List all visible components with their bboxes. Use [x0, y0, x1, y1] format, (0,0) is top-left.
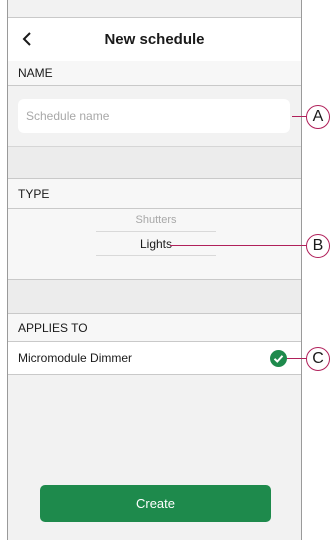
header-bar: New schedule — [8, 17, 301, 62]
type-section-label: TYPE — [8, 179, 301, 209]
callout-line-b — [170, 245, 307, 246]
check-circle-icon — [270, 350, 287, 367]
create-button[interactable]: Create — [40, 485, 271, 522]
section-spacer — [8, 146, 301, 179]
schedule-name-input[interactable] — [18, 99, 290, 133]
callout-a: A — [306, 105, 330, 129]
device-name: Micromodule Dimmer — [18, 351, 133, 365]
device-row[interactable]: Micromodule Dimmer — [8, 342, 301, 375]
callout-line-a — [292, 116, 307, 117]
picker-option-lights[interactable]: Lights — [96, 237, 216, 251]
callout-line-c — [287, 358, 307, 359]
picker-divider — [96, 231, 216, 232]
section-spacer — [8, 280, 301, 314]
callout-b: B — [306, 234, 330, 258]
schedule-screen: New schedule NAME TYPE Shutters Lights A… — [7, 0, 302, 540]
name-section-label: NAME — [8, 61, 301, 86]
picker-divider — [96, 255, 216, 256]
applies-to-label: APPLIES TO — [8, 314, 301, 342]
page-title: New schedule — [104, 31, 205, 48]
callout-c: C — [306, 347, 330, 371]
picker-option-shutters[interactable]: Shutters — [96, 214, 216, 226]
name-area — [8, 86, 301, 146]
